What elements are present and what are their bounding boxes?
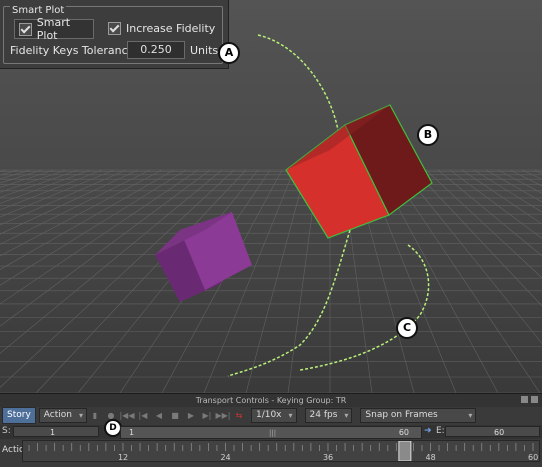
smart-plot-title: Smart Plot <box>10 5 67 16</box>
play-forward-icon[interactable]: ▶ <box>183 408 199 423</box>
playhead-handle[interactable] <box>398 440 412 462</box>
key-mode-icon[interactable]: ▮ <box>87 408 103 423</box>
go-to-end-icon[interactable]: ▶▶| <box>215 408 231 423</box>
callout-b: B <box>417 124 439 146</box>
ruler-label: 48 <box>425 453 435 461</box>
story-button[interactable]: Story <box>2 407 36 424</box>
timeline-ruler-graphic: 12 24 36 48 60 <box>28 440 538 462</box>
play-backward-icon[interactable]: ◀ <box>151 408 167 423</box>
timeline-ruler[interactable]: 12 24 36 48 60 <box>22 440 540 462</box>
previous-key-icon[interactable]: |◀ <box>135 408 151 423</box>
close-icon[interactable] <box>531 396 538 403</box>
transport-controls: Transport Controls - Keying Group: TR St… <box>0 393 542 467</box>
smart-plot-label: Smart Plot <box>36 16 71 42</box>
red-cube[interactable] <box>285 104 433 239</box>
ruler-label: 60 <box>528 453 538 461</box>
smart-plot-checkbox[interactable]: Smart Plot <box>14 16 94 42</box>
end-label: E: <box>436 426 445 436</box>
motion-trajectory-hook <box>299 244 430 371</box>
grid-floor <box>0 169 542 393</box>
increase-fidelity-check-icon <box>108 21 121 35</box>
increase-fidelity-label: Increase Fidelity <box>126 21 216 35</box>
increase-fidelity-checkbox[interactable]: Increase Fidelity <box>108 19 215 37</box>
app-window: B C Smart Plot Smart Plot Increase Fidel… <box>0 0 542 467</box>
stop-icon[interactable]: ■ <box>167 408 183 423</box>
smart-plot-check-icon <box>19 22 32 36</box>
tolerance-input[interactable]: 0.250 <box>127 41 185 59</box>
loop-icon[interactable]: ⇆ <box>231 408 247 423</box>
frame-range-row: S: 1 D 1 ||| 60 ➜ E: 60 <box>0 419 542 439</box>
end-frame-input[interactable]: 60 <box>445 426 540 437</box>
mode-dropdown[interactable]: Action <box>38 408 87 423</box>
float-icon[interactable] <box>521 396 528 403</box>
purple-cube[interactable] <box>155 212 252 302</box>
start-frame-input[interactable]: 1 <box>13 426 99 437</box>
snap-dropdown[interactable]: Snap on Frames <box>360 408 477 423</box>
transport-title-bar: Transport Controls - Keying Group: TR <box>0 394 542 407</box>
go-to-start-icon[interactable]: |◀◀ <box>119 408 135 423</box>
callout-a: A <box>218 42 240 64</box>
transport-title: Transport Controls - Keying Group: TR <box>195 396 347 405</box>
range-end-value: 60 <box>398 428 409 437</box>
ruler-label: 24 <box>220 453 230 461</box>
next-key-icon[interactable]: ▶| <box>199 408 215 423</box>
range-handle-icon[interactable]: ||| <box>269 429 276 437</box>
playback-controls-row: Story Action ▮ ● |◀◀ |◀ ◀ ■ ▶ ▶| ▶▶| ⇆ 1… <box>0 407 542 424</box>
fps-dropdown[interactable]: 24 fps <box>304 408 353 423</box>
window-controls <box>521 396 538 403</box>
tolerance-label: Fidelity Keys Tolerance <box>10 44 135 57</box>
ruler-label: 12 <box>118 453 128 461</box>
units-label: Units <box>190 44 219 57</box>
speed-dropdown[interactable]: 1/10x <box>250 408 297 423</box>
range-arrow-icon[interactable]: ➜ <box>424 426 432 436</box>
ruler-label: 36 <box>323 453 333 461</box>
start-label: S: <box>2 426 11 436</box>
smart-plot-panel: Smart Plot Smart Plot Increase Fidelity … <box>0 0 229 69</box>
range-start-value: 1 <box>129 428 135 437</box>
callout-c: C <box>396 317 418 339</box>
action-timeline-row: Action 12 24 36 48 60 <box>0 440 542 462</box>
frame-range-slider[interactable]: 1 ||| 60 <box>120 426 422 439</box>
